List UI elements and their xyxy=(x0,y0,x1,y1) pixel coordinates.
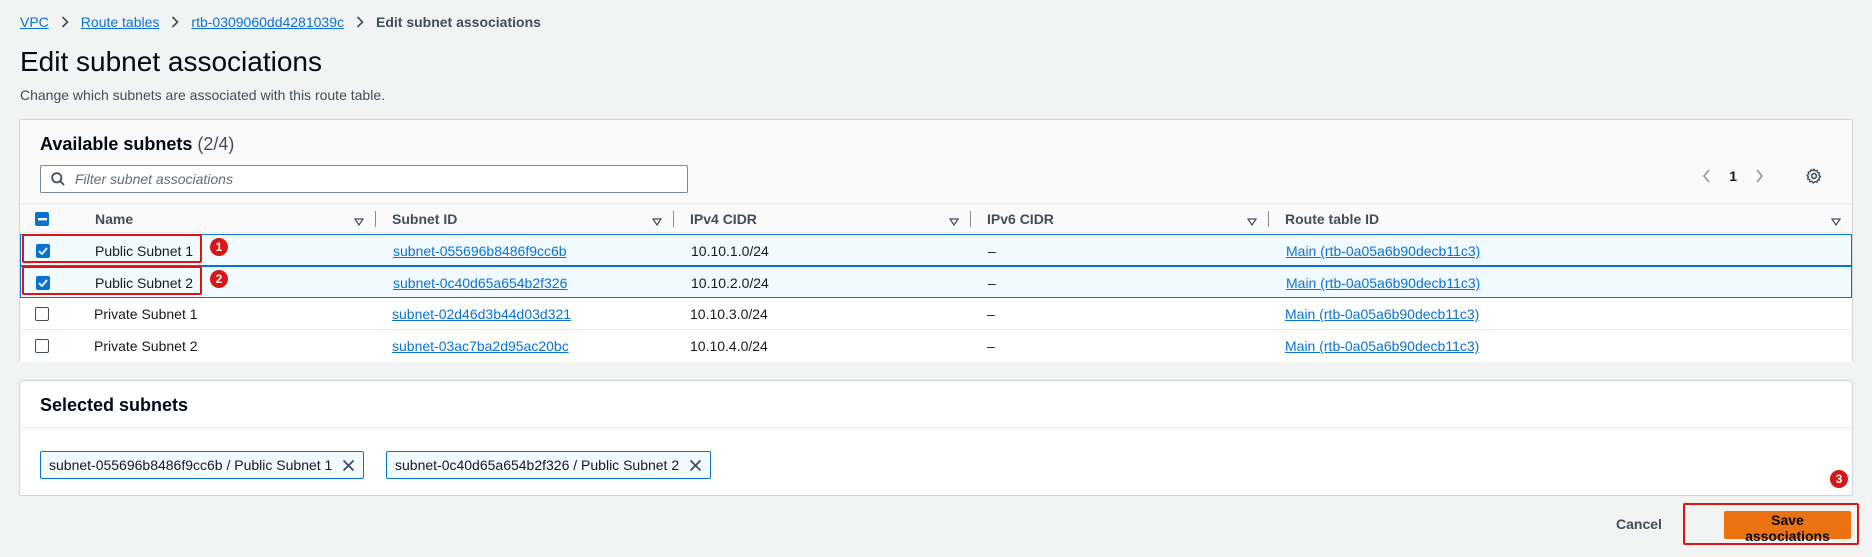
cancel-button[interactable]: Cancel xyxy=(1610,515,1668,533)
column-header-ipv6-cidr[interactable]: IPv6 CIDR xyxy=(971,204,1269,234)
breadcrumb: VPC Route tables rtb-0309060dd4281039c E… xyxy=(20,14,541,30)
table-row[interactable]: Private Subnet 2 subnet-03ac7ba2d95ac20b… xyxy=(20,330,1852,362)
row-checkbox[interactable] xyxy=(35,307,49,321)
close-icon[interactable] xyxy=(342,459,355,472)
row-checkbox-cell xyxy=(35,298,49,330)
route-table-link[interactable]: Main (rtb-0a05a6b90decb11c3) xyxy=(1285,338,1479,354)
sort-icon[interactable] xyxy=(1830,213,1842,229)
column-label: Name xyxy=(95,211,134,227)
divider xyxy=(20,427,1852,428)
annotation-marker-1: 1 xyxy=(210,238,228,256)
filter-input[interactable] xyxy=(73,170,673,188)
cell-subnet-id: subnet-0c40d65a654b2f326 xyxy=(393,267,567,299)
column-label: IPv6 CIDR xyxy=(987,211,1054,227)
cell-route-table-id: Main (rtb-0a05a6b90decb11c3) xyxy=(1285,298,1479,330)
select-all-checkbox[interactable] xyxy=(35,212,49,226)
selected-subnet-token: subnet-0c40d65a654b2f326 / Public Subnet… xyxy=(386,451,712,479)
chevron-right-icon xyxy=(171,16,180,28)
page-title: Edit subnet associations xyxy=(20,46,322,77)
annotation-highlight-row-1 xyxy=(22,234,202,263)
filter-field[interactable] xyxy=(40,165,688,193)
column-header-subnet-id[interactable]: Subnet ID xyxy=(376,204,674,234)
table-row[interactable]: Private Subnet 1 subnet-02d46d3b44d03d32… xyxy=(20,298,1852,330)
subnet-id-link[interactable]: subnet-055696b8486f9cc6b xyxy=(393,243,567,259)
cell-subnet-id: subnet-055696b8486f9cc6b xyxy=(393,235,567,267)
available-subnets-heading: Available subnets (2/4) xyxy=(40,134,234,155)
cell-subnet-id: subnet-02d46d3b44d03d321 xyxy=(392,298,571,330)
column-label: IPv4 CIDR xyxy=(690,211,757,227)
selected-subnets-title: Selected subnets xyxy=(40,395,189,415)
selected-subnets-panel: Selected subnets subnet-055696b8486f9cc6… xyxy=(19,380,1853,496)
sort-icon[interactable] xyxy=(353,213,365,229)
column-header-name[interactable]: Name xyxy=(77,204,376,234)
table-row[interactable]: Public Subnet 2 subnet-0c40d65a654b2f326… xyxy=(20,266,1852,298)
table-row[interactable]: Public Subnet 1 subnet-055696b8486f9cc6b… xyxy=(20,234,1852,266)
subnet-id-link[interactable]: subnet-03ac7ba2d95ac20bc xyxy=(392,338,569,354)
route-table-link[interactable]: Main (rtb-0a05a6b90decb11c3) xyxy=(1285,306,1479,322)
cell-ipv6-cidr: – xyxy=(987,338,995,354)
route-table-link[interactable]: Main (rtb-0a05a6b90decb11c3) xyxy=(1286,243,1480,259)
select-all-cell xyxy=(35,204,75,234)
cell-name: Private Subnet 1 xyxy=(94,306,198,322)
page-description: Change which subnets are associated with… xyxy=(20,87,385,103)
pagination: 1 xyxy=(1702,168,1822,184)
cell-name: Private Subnet 2 xyxy=(94,338,198,354)
column-header-route-table-id[interactable]: Route table ID xyxy=(1269,204,1853,234)
table-header: Name Subnet ID IPv4 CIDR IPv6 CIDR Route… xyxy=(20,203,1852,233)
sort-icon[interactable] xyxy=(1246,213,1258,229)
row-checkbox-cell xyxy=(35,330,49,362)
subnet-id-link[interactable]: subnet-0c40d65a654b2f326 xyxy=(393,275,567,291)
gear-icon[interactable] xyxy=(1806,168,1822,184)
annotation-highlight-save xyxy=(1683,503,1859,545)
sort-icon[interactable] xyxy=(948,213,960,229)
annotation-marker-2: 2 xyxy=(210,270,228,288)
cell-ipv4-cidr: 10.10.2.0/24 xyxy=(691,275,769,291)
route-table-link[interactable]: Main (rtb-0a05a6b90decb11c3) xyxy=(1286,275,1480,291)
subnet-id-link[interactable]: subnet-02d46d3b44d03d321 xyxy=(392,306,571,322)
sort-icon[interactable] xyxy=(651,213,663,229)
cell-ipv6-cidr: – xyxy=(988,243,996,259)
search-icon xyxy=(51,172,65,186)
selected-subnet-token: subnet-055696b8486f9cc6b / Public Subnet… xyxy=(40,451,365,479)
column-label: Subnet ID xyxy=(392,211,458,227)
breadcrumb-current: Edit subnet associations xyxy=(375,14,541,30)
available-subnets-title: Available subnets xyxy=(40,134,193,154)
page-number[interactable]: 1 xyxy=(1729,168,1737,184)
cell-route-table-id: Main (rtb-0a05a6b90decb11c3) xyxy=(1286,267,1480,299)
column-header-ipv4-cidr[interactable]: IPv4 CIDR xyxy=(674,204,971,234)
available-subnets-count: (2/4) xyxy=(197,134,235,154)
token-label: subnet-055696b8486f9cc6b / Public Subnet… xyxy=(49,457,333,473)
cell-ipv4-cidr: 10.10.4.0/24 xyxy=(690,338,768,354)
cell-ipv6-cidr: – xyxy=(987,306,995,322)
annotation-highlight-row-2 xyxy=(22,266,202,295)
cell-route-table-id: Main (rtb-0a05a6b90decb11c3) xyxy=(1285,330,1479,362)
available-subnets-panel: Available subnets (2/4) 1 Name xyxy=(19,119,1853,362)
breadcrumb-link-route-tables[interactable]: Route tables xyxy=(81,14,160,30)
chevron-right-icon[interactable] xyxy=(1755,169,1764,183)
chevron-left-icon[interactable] xyxy=(1702,169,1711,183)
breadcrumb-link-route-table-id[interactable]: rtb-0309060dd4281039c xyxy=(191,14,344,30)
cell-route-table-id: Main (rtb-0a05a6b90decb11c3) xyxy=(1286,235,1480,267)
cell-subnet-id: subnet-03ac7ba2d95ac20bc xyxy=(392,330,569,362)
token-label: subnet-0c40d65a654b2f326 / Public Subnet… xyxy=(395,457,680,473)
close-icon[interactable] xyxy=(689,459,702,472)
annotation-marker-3: 3 xyxy=(1830,470,1848,488)
cell-ipv6-cidr: – xyxy=(988,275,996,291)
row-checkbox[interactable] xyxy=(35,339,49,353)
breadcrumb-link-vpc[interactable]: VPC xyxy=(20,14,49,30)
cell-ipv4-cidr: 10.10.1.0/24 xyxy=(691,243,769,259)
cell-ipv4-cidr: 10.10.3.0/24 xyxy=(690,306,768,322)
column-label: Route table ID xyxy=(1285,211,1380,227)
chevron-right-icon xyxy=(61,16,69,28)
chevron-right-icon xyxy=(356,16,364,28)
